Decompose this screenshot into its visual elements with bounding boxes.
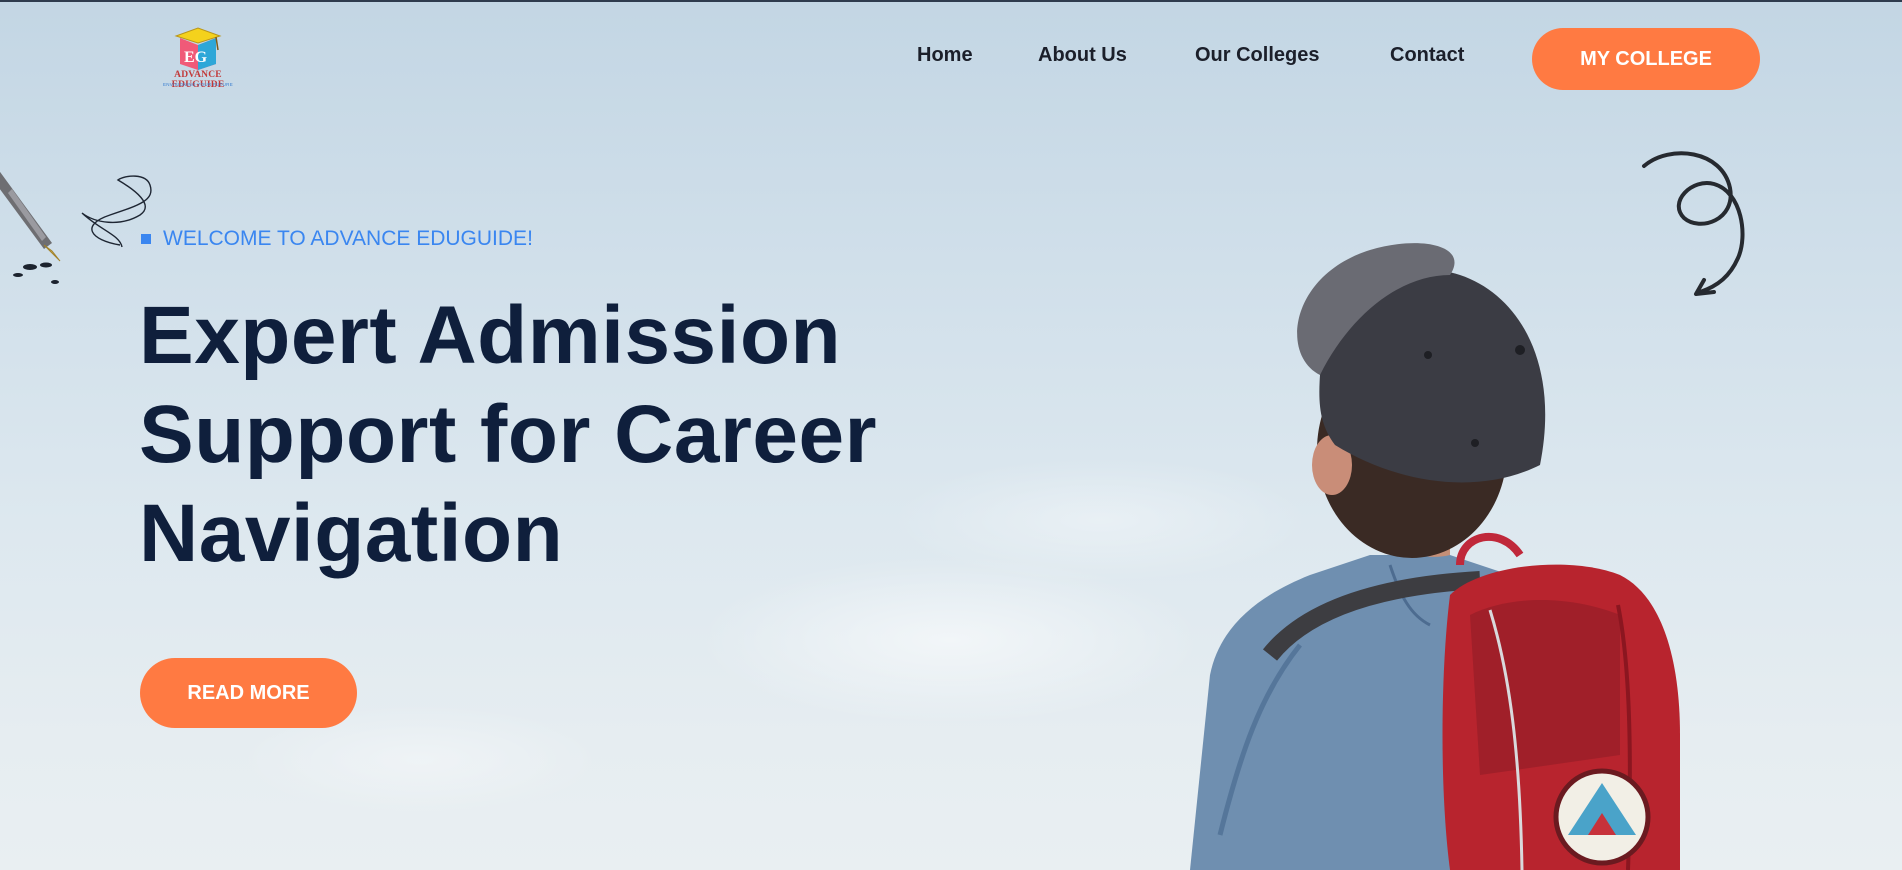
hero-headline: Expert Admission Support for Career Navi… [139,286,1039,583]
nav-our-colleges-link[interactable]: Our Colleges [1195,44,1319,66]
headline-line-2: Support for Career [139,389,877,480]
nav-our-colleges[interactable]: Our Colleges [1195,44,1319,72]
logo-mark-text: EG [184,49,208,66]
eyebrow-bullet-icon [141,234,151,244]
site-logo[interactable]: EG ADVANCE EDUGUIDE ENVISIONING YOUR FUT… [150,26,246,94]
logo-tagline: ENVISIONING YOUR FUTURE [162,82,234,87]
nav-home[interactable]: Home [917,44,973,72]
headline-line-1: Expert Admission [139,290,842,381]
welcome-eyebrow: WELCOME TO ADVANCE EDUGUIDE! [141,226,533,252]
headline-line-3: Navigation [139,488,564,579]
nav-contact[interactable]: Contact [1390,44,1464,72]
nav-contact-link[interactable]: Contact [1390,44,1464,66]
logo-mortarboard-icon: EG [174,27,222,70]
student-photo [1190,243,1680,870]
logo-name: ADVANCE EDUGUIDE [171,70,225,90]
nav-about-us-link[interactable]: About Us [1038,44,1127,66]
read-more-button[interactable]: READ MORE [140,658,357,728]
nav-home-link[interactable]: Home [917,44,973,66]
eyebrow-text: WELCOME TO ADVANCE EDUGUIDE! [163,227,533,250]
my-college-button[interactable]: MY COLLEGE [1532,28,1760,90]
nav-about-us[interactable]: About Us [1038,44,1127,72]
